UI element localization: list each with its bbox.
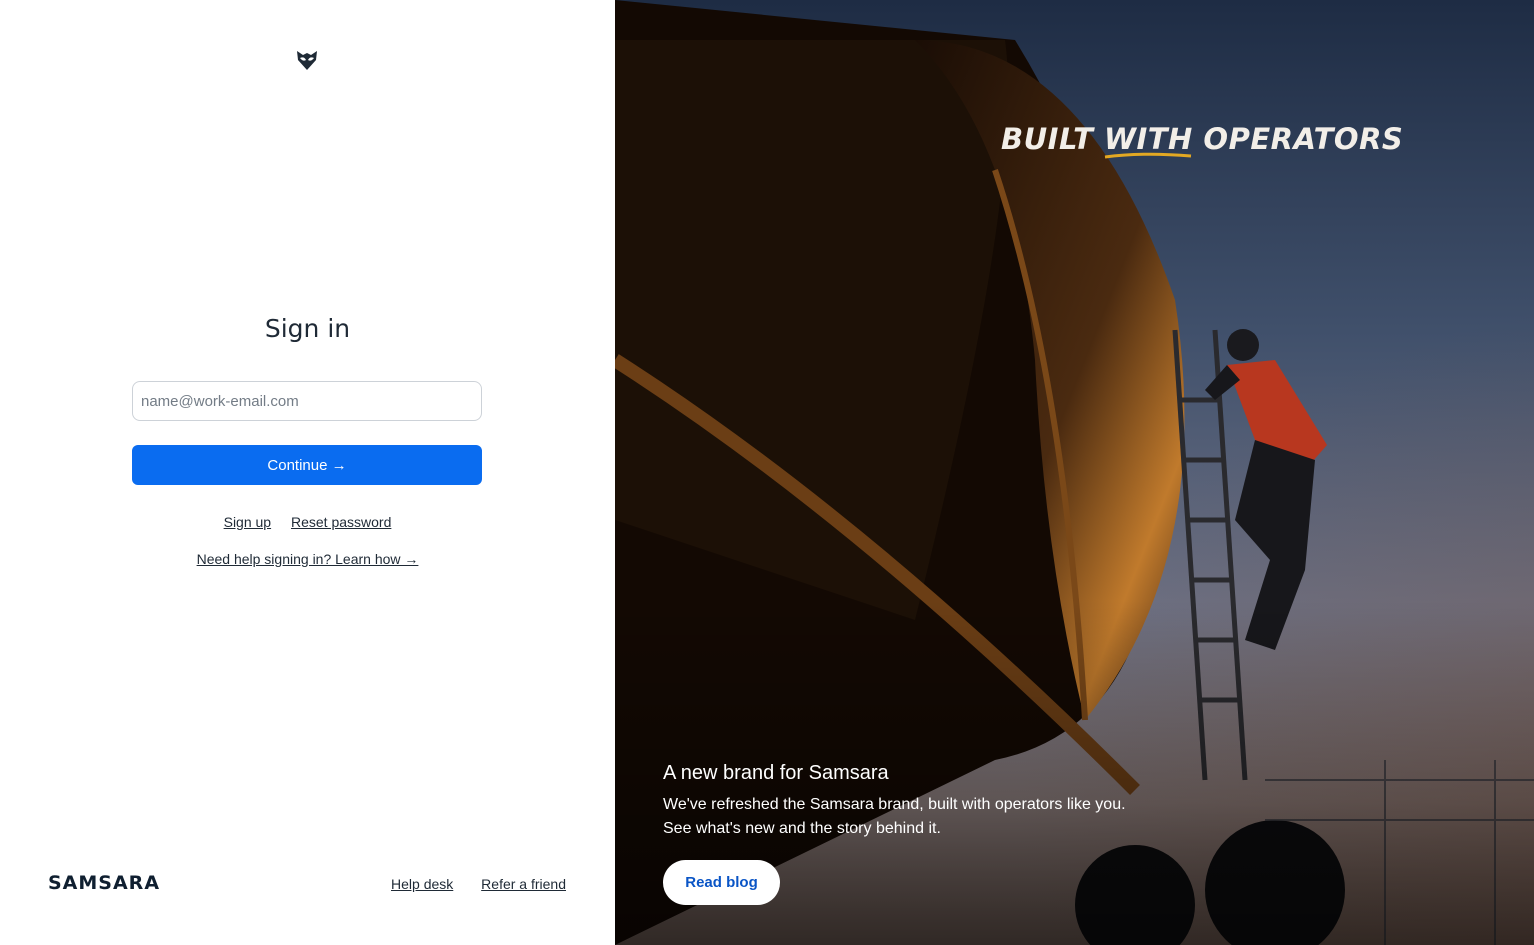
continue-button[interactable]: Continue → — [132, 445, 482, 485]
sign-in-panel: Sign in Continue → Sign up Reset passwor… — [0, 0, 615, 945]
email-input[interactable] — [132, 381, 482, 421]
promo-body-line: See what's new and the story behind it. — [663, 820, 941, 837]
help-signing-in-link[interactable]: Need help signing in? Learn how → — [197, 551, 419, 567]
help-signin-container: Need help signing in? Learn how → — [0, 551, 615, 567]
promo-title: A new brand for Samsara — [663, 762, 889, 784]
refer-a-friend-link[interactable]: Refer a friend — [481, 876, 566, 892]
samsara-owl-logo-icon — [297, 51, 317, 70]
promo-panel: BUILT WITH OPERATORS A new brand for Sam… — [615, 0, 1534, 945]
sign-up-link[interactable]: Sign up — [224, 514, 271, 530]
hero-brush-underline — [1104, 152, 1192, 159]
reset-password-link[interactable]: Reset password — [291, 514, 391, 530]
promo-description: We've refreshed the Samsara brand, built… — [663, 793, 1223, 841]
read-blog-button[interactable]: Read blog — [663, 860, 780, 905]
footer-links: Help desk Refer a friend — [391, 876, 566, 892]
page-title: Sign in — [264, 314, 351, 343]
hero-headline: BUILT WITH OPERATORS — [1001, 122, 1404, 156]
help-desk-link[interactable]: Help desk — [391, 876, 453, 892]
samsara-wordmark-logo: SAMSARA — [48, 872, 161, 894]
promo-body-line: We've refreshed the Samsara brand, built… — [663, 796, 1126, 813]
account-links: Sign up Reset password — [0, 514, 615, 530]
